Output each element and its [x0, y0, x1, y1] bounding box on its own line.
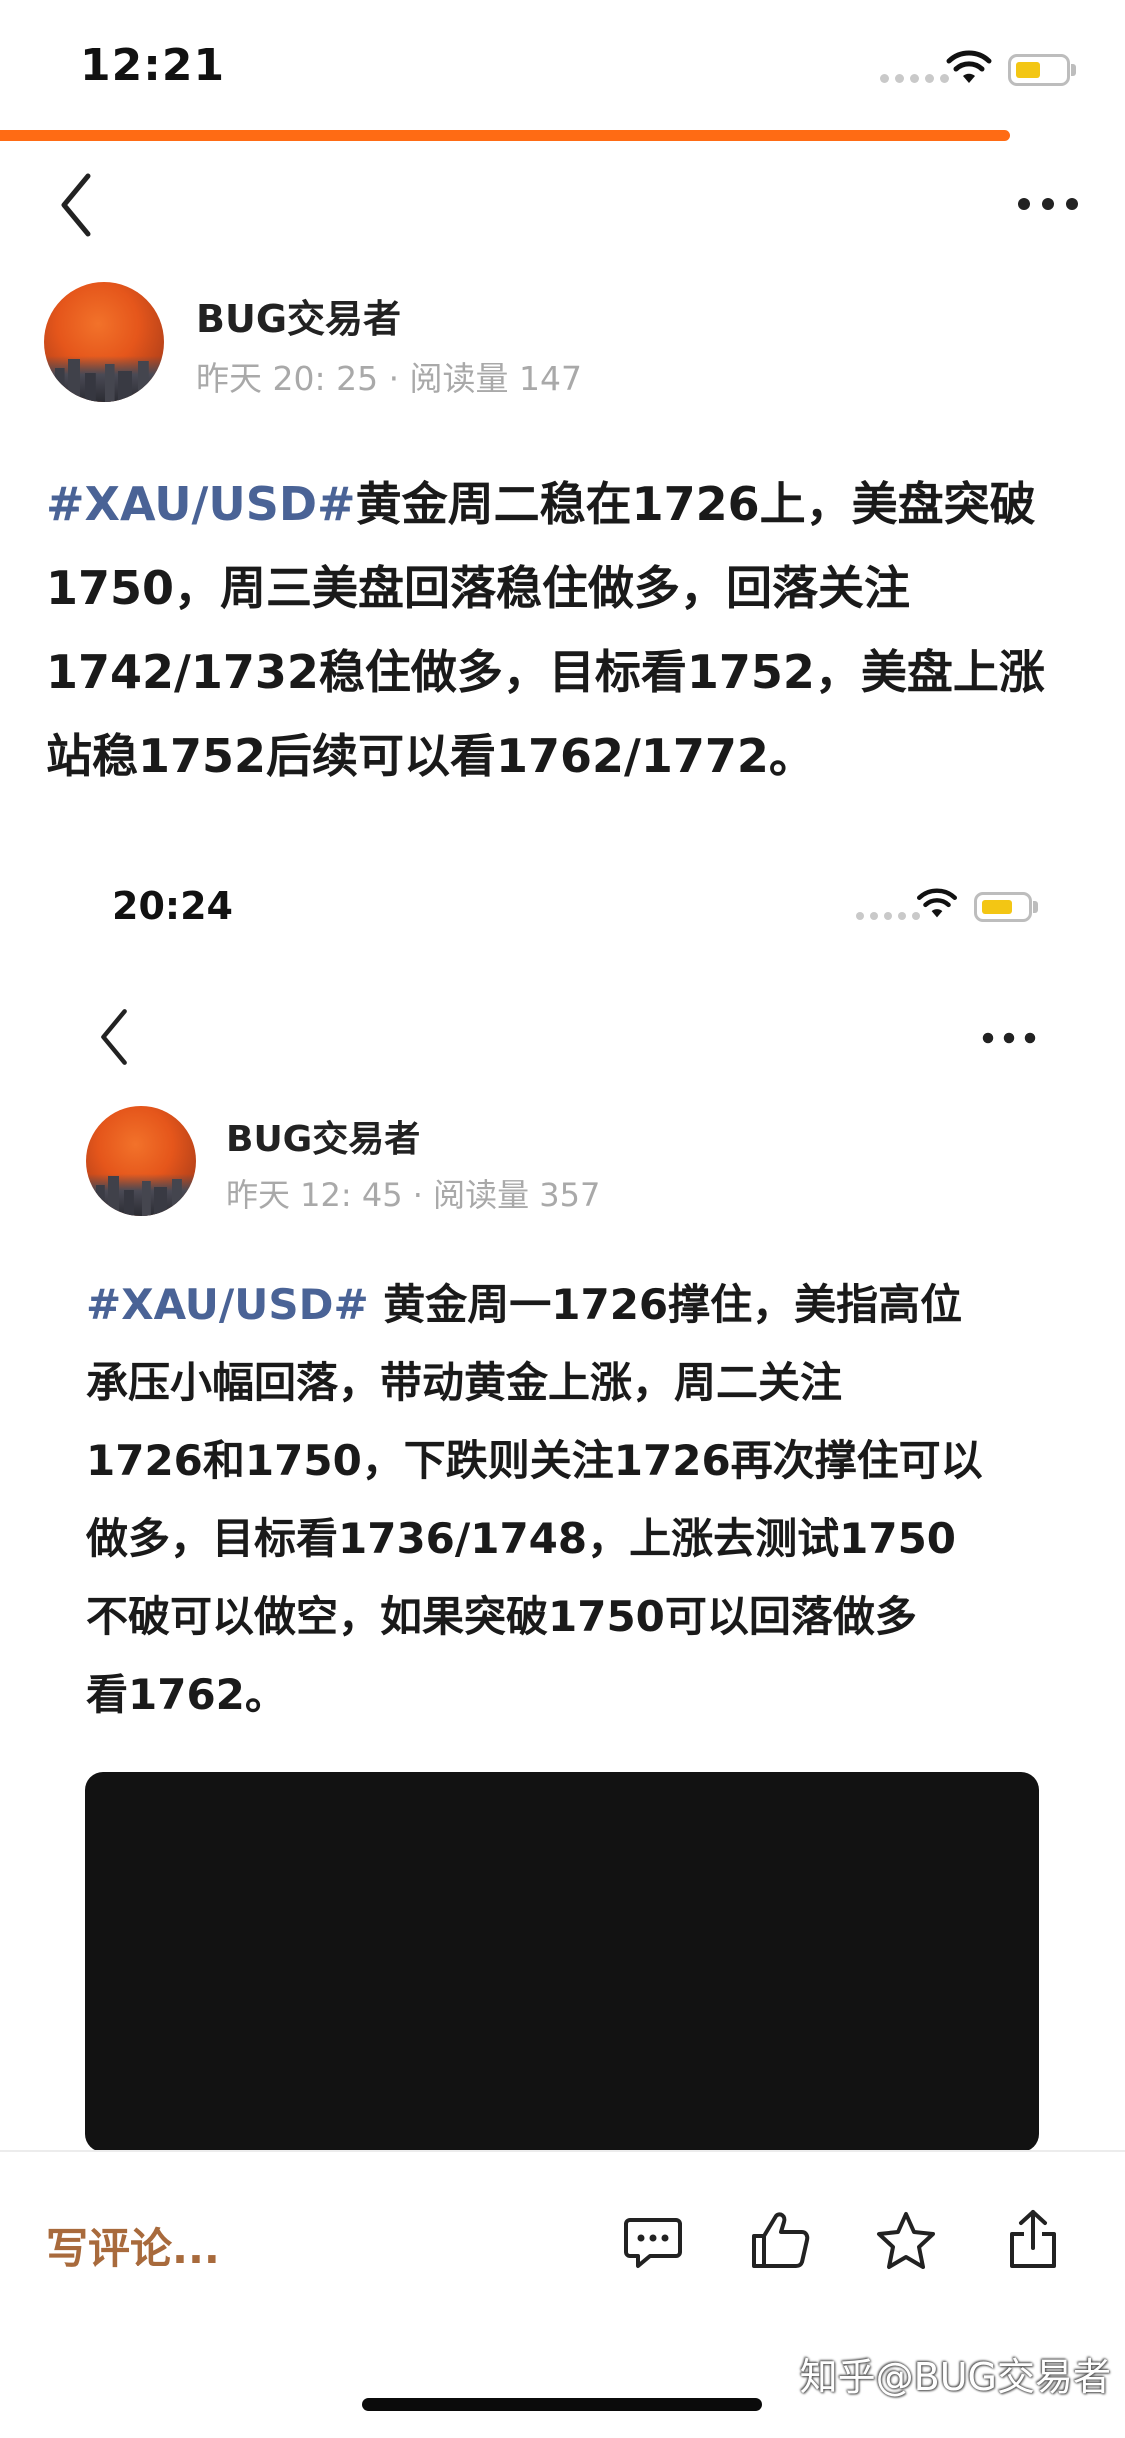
author-name[interactable]: BUG交易者	[196, 288, 401, 343]
embedded-status-time: 20:24	[112, 884, 233, 928]
post-body: #XAU/USD#黄金周二稳在1726上，美盘突破 1750，周三美盘回落稳住做…	[46, 462, 1106, 798]
embedded-topic-tag: #XAU/USD#	[86, 1280, 369, 1329]
embedded-battery-icon	[974, 892, 1038, 922]
wifi-icon	[946, 50, 992, 90]
comment-icon[interactable]	[622, 2212, 684, 2274]
reading-progress-bar	[0, 130, 1010, 141]
share-icon[interactable]	[1004, 2208, 1062, 2272]
embedded-post-line: 承压小幅回落，带动黄金上涨，周二关注	[86, 1358, 843, 1407]
embedded-author-name: BUG交易者	[226, 1119, 421, 1160]
embedded-post-line: 做多，目标看1736/1748，上涨去测试1750	[86, 1514, 957, 1563]
embedded-post-line: 看1762。	[86, 1670, 287, 1719]
like-icon[interactable]	[748, 2208, 812, 2272]
watermark: 知乎@BUG交易者	[799, 2355, 1111, 2399]
home-indicator[interactable]	[362, 2398, 762, 2411]
post-line: #XAU/USD#黄金周二稳在1726上，美盘突破	[46, 477, 1036, 531]
embedded-video-placeholder[interactable]	[85, 1772, 1039, 2152]
embedded-post-line: 不破可以做空，如果突破1750可以回落做多	[86, 1592, 917, 1641]
embedded-post-line: #XAU/USD# 黄金周一1726撑住，美指高位	[86, 1280, 963, 1329]
embedded-post-body: #XAU/USD# 黄金周一1726撑住，美指高位 承压小幅回落，带动黄金上涨，…	[86, 1266, 1086, 1734]
embedded-wifi-icon	[916, 888, 958, 924]
embedded-avatar	[86, 1106, 196, 1216]
back-arrow-icon[interactable]	[56, 170, 96, 240]
status-time: 12:21	[80, 40, 226, 91]
embedded-more-options-icon	[980, 1030, 1038, 1049]
cellular-signal-icon	[880, 74, 949, 83]
post-line: 1742/1732稳住做多，目标看1752，美盘上涨	[46, 645, 1045, 699]
embedded-post-line: 1726和1750，下跌则关注1726再次撑住可以	[86, 1436, 983, 1485]
embedded-post-meta: 昨天 12: 45 · 阅读量 357	[226, 1176, 601, 1214]
embedded-cellular-signal-icon	[856, 912, 920, 920]
favorite-icon[interactable]	[874, 2210, 938, 2272]
embedded-back-arrow-icon	[96, 1006, 132, 1072]
battery-icon	[1008, 54, 1076, 86]
topic-tag[interactable]: #XAU/USD#	[46, 477, 356, 531]
post-line: 1750，周三美盘回落稳住做多，回落关注	[46, 561, 911, 615]
more-options-icon[interactable]	[1016, 196, 1080, 212]
post-meta: 昨天 20: 25 · 阅读量 147	[196, 359, 583, 398]
comment-input[interactable]: 写评论...	[46, 2215, 220, 2276]
post-line: 站稳1752后续可以看1762/1772。	[46, 729, 815, 783]
avatar[interactable]	[44, 282, 164, 402]
